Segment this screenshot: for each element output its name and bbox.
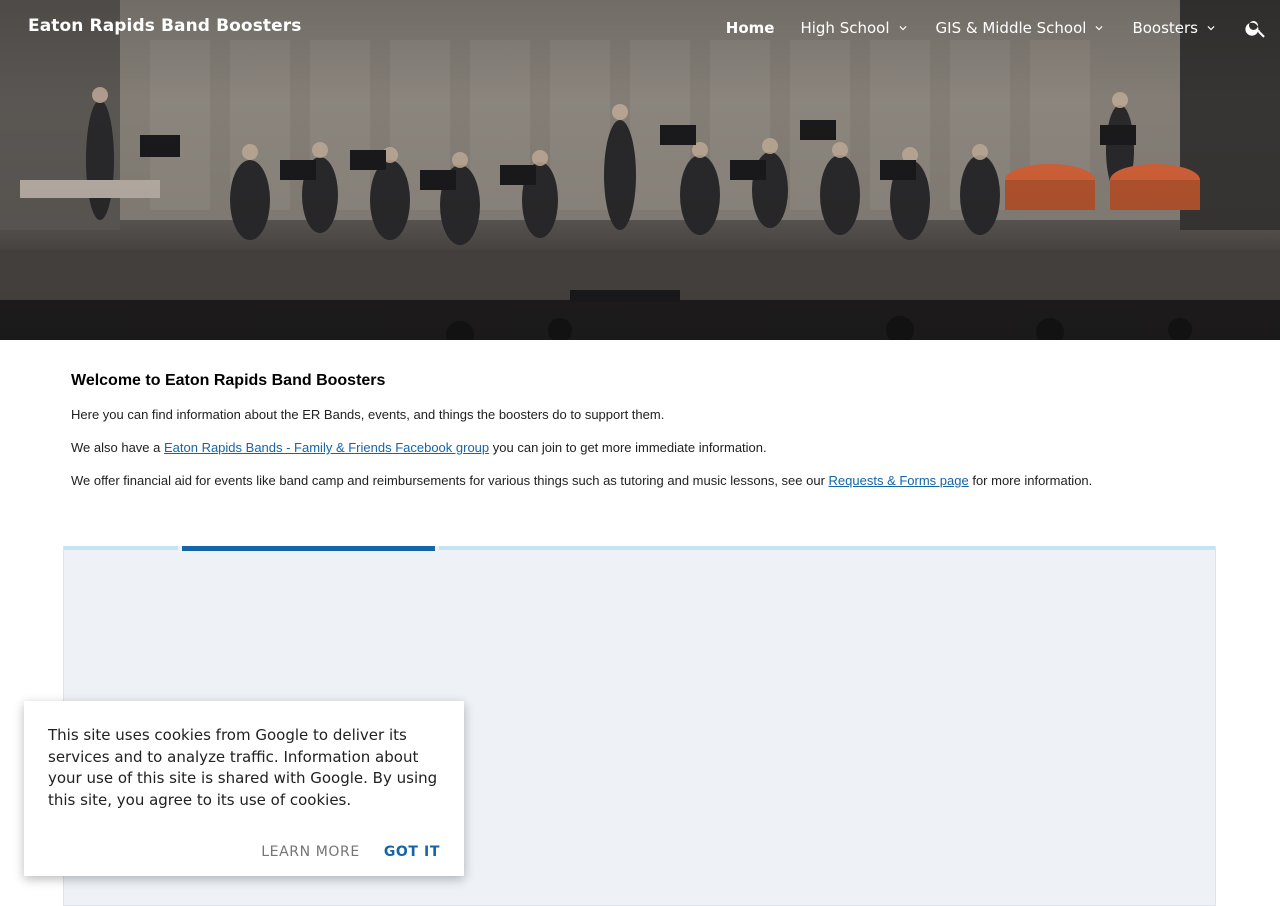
page-heading: Welcome to Eaton Rapids Band Boosters	[71, 372, 386, 389]
learn-more-button[interactable]: LEARN MORE	[253, 842, 368, 862]
text-before: We offer financial aid for events like b…	[71, 473, 829, 488]
nav-item-label: GIS & Middle School	[935, 19, 1087, 37]
text-before: We also have a	[71, 440, 164, 455]
embed-tab[interactable]	[439, 546, 1215, 550]
got-it-button[interactable]: GOT IT	[376, 842, 448, 862]
chevron-down-icon[interactable]	[1092, 21, 1106, 35]
facebook-paragraph: We also have a Eaton Rapids Bands - Fami…	[71, 439, 1211, 456]
embed-tab-bar	[64, 546, 1215, 551]
nav-item-boosters[interactable]: Boosters	[1132, 19, 1218, 37]
cookie-notice: This site uses cookies from Google to de…	[24, 701, 464, 876]
chevron-down-icon[interactable]	[1204, 21, 1218, 35]
cookie-actions: LEARN MORE GOT IT	[253, 842, 448, 862]
site-title[interactable]: Eaton Rapids Band Boosters	[28, 16, 302, 36]
embed-tab-active[interactable]	[182, 546, 435, 551]
main-content: Welcome to Eaton Rapids Band Boosters He…	[71, 372, 1211, 505]
top-navigation: Home High School GIS & Middle School Boo…	[726, 0, 1268, 56]
text-after: for more information.	[968, 473, 1093, 488]
cookie-notice-text: This site uses cookies from Google to de…	[48, 726, 438, 809]
embed-tab[interactable]	[64, 546, 178, 550]
requests-forms-link[interactable]: Requests & Forms page	[829, 473, 969, 488]
nav-item-label: Home	[725, 19, 775, 37]
nav-item-high-school[interactable]: High School	[800, 19, 909, 37]
text-after: you can join to get more immediate infor…	[489, 440, 767, 455]
nav-item-label: High School	[800, 19, 890, 37]
nav-item-gis-middle-school[interactable]: GIS & Middle School	[936, 19, 1107, 37]
nav-item-label: Boosters	[1132, 19, 1198, 37]
intro-paragraph: Here you can find information about the …	[71, 407, 665, 422]
facebook-group-link[interactable]: Eaton Rapids Bands - Family & Friends Fa…	[164, 440, 489, 455]
nav-item-home[interactable]: Home	[726, 19, 775, 37]
financial-aid-paragraph: We offer financial aid for events like b…	[71, 472, 1211, 489]
chevron-down-icon[interactable]	[896, 21, 910, 35]
search-icon[interactable]	[1244, 16, 1268, 40]
